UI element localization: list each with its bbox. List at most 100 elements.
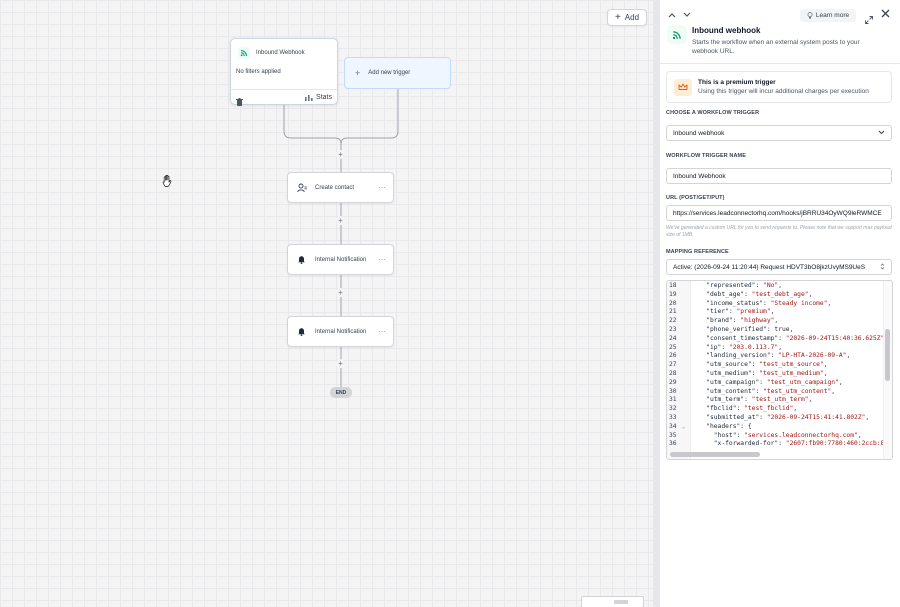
trigger-card[interactable]: Inbound Webhook No filters applied Stats — [230, 38, 338, 106]
connector-add-trigger-branch — [340, 89, 399, 145]
code-line: 30 "utm_content": "test_utm_content", — [667, 388, 888, 397]
add-step-button[interactable]: + — [336, 288, 345, 297]
line-number: 21 — [669, 308, 677, 316]
code-line: 36 "x-forwarded-for": "2607:fb90:7780:46… — [667, 440, 888, 449]
add-step-button[interactable]: + — [336, 216, 345, 225]
action-node-label: Internal Notification — [315, 328, 367, 335]
select-updown-icon — [880, 262, 885, 272]
code-line: 19 "debt_age": "test_debt_age", — [667, 291, 888, 300]
line-number: 30 — [669, 387, 677, 395]
line-number: 22 — [669, 317, 677, 325]
bell-icon — [296, 326, 307, 337]
code-line: 33 "submitted_at": "2026-09-24T15:41:41.… — [667, 414, 888, 423]
line-number: 28 — [669, 369, 677, 377]
learn-more-button[interactable]: Learn more — [800, 9, 856, 22]
code-line: 20 "income_status": "Steady income", — [667, 300, 888, 309]
code-line: 26 "landing_version": "LP-HTA-2026-09-A"… — [667, 352, 888, 361]
trigger-settings-panel: Learn more Inbound webhook Starts the wo… — [660, 0, 900, 607]
json-payload-viewer[interactable]: 18 "represented": "No", 19 "debt_age": "t… — [666, 280, 893, 460]
mapping-reference-select[interactable]: Active: (2026-09-24 11:20:44) Request HD… — [666, 259, 892, 275]
line-number: 34 — [669, 422, 677, 430]
trigger-type-value: Inbound webhook — [673, 129, 725, 137]
choose-trigger-label: CHOOSE A WORKFLOW TRIGGER — [666, 110, 760, 116]
line-number: 33 — [669, 413, 677, 421]
code-line: 23 "phone_verified": true, — [667, 326, 888, 335]
trigger-type-select[interactable]: Inbound webhook — [666, 125, 892, 141]
code-line: 32 "fbclid": "test_fbclid", — [667, 405, 888, 414]
trigger-name-label: WORKFLOW TRIGGER NAME — [666, 153, 747, 159]
trigger-name-input[interactable]: Inbound Webhook — [666, 168, 892, 184]
code-text: "ip": "203.0.113.7", — [691, 343, 783, 351]
panel-description: Starts the workflow when an external sys… — [692, 39, 860, 55]
trash-icon[interactable] — [236, 93, 243, 106]
code-text: "utm_term": "test_utm_term", — [691, 396, 813, 404]
add-step-button[interactable]: + — [336, 150, 345, 159]
code-text: "x-forwarded-for": "2607:fb90:7780:460:2… — [691, 440, 889, 448]
line-number: 25 — [669, 343, 677, 351]
code-text: "utm_medium": "test_utm_medium", — [691, 369, 828, 377]
code-text: "debt_age": "test_debt_age", — [691, 290, 813, 298]
action-node-internal-notification[interactable]: Internal Notification ⋯ — [287, 316, 394, 347]
stats-button[interactable]: Stats — [305, 94, 332, 101]
line-number: 31 — [669, 396, 677, 404]
workflow-canvas[interactable]: + Add Inbound Webhook No filters applied… — [0, 0, 653, 607]
user-contact-icon — [296, 182, 307, 193]
lightbulb-icon — [807, 12, 813, 19]
code-line: 34 ⌄ "headers": { — [667, 423, 888, 432]
url-hint-text: We've generated a custom URL for you to … — [666, 225, 892, 238]
add-step-button[interactable]: + — [336, 359, 345, 368]
horizontal-scrollbar-thumb[interactable] — [670, 452, 760, 457]
webhook-icon — [238, 46, 250, 59]
panel-resize-handle[interactable] — [653, 0, 660, 607]
expand-icon[interactable] — [865, 11, 873, 29]
add-new-trigger-button[interactable]: + Add new trigger — [344, 57, 451, 89]
add-new-trigger-label: Add new trigger — [368, 70, 411, 76]
code-text: "income_status": "Steady income", — [691, 299, 832, 307]
chevron-down-icon[interactable] — [683, 10, 691, 20]
url-label: URL (POST/GET/PUT) — [666, 195, 725, 201]
line-number: 32 — [669, 405, 677, 413]
webhook-url-field[interactable]: https://services.leadconnectorhq.com/hoo… — [666, 205, 892, 221]
webhook-icon — [667, 25, 687, 44]
code-text: "utm_source": "test_utm_source", — [691, 361, 828, 369]
more-options-icon[interactable]: ⋯ — [378, 183, 386, 192]
premium-title: This is a premium trigger — [698, 79, 776, 86]
more-options-icon[interactable]: ⋯ — [378, 255, 386, 264]
stats-label: Stats — [316, 93, 332, 101]
close-icon[interactable] — [881, 9, 890, 21]
line-number: 36 — [669, 440, 677, 448]
line-number: 29 — [669, 378, 677, 386]
action-node-create-contact[interactable]: Create contact ⋯ — [287, 172, 394, 203]
minimap[interactable] — [581, 596, 644, 607]
line-number: 18 — [669, 282, 677, 289]
code-text: "utm_campaign": "test_utm_campaign", — [691, 378, 843, 386]
chevron-up-icon[interactable] — [668, 10, 676, 20]
code-line: 28 "utm_medium": "test_utm_medium", — [667, 370, 888, 379]
hand-cursor-icon — [161, 174, 174, 193]
mapping-reference-value: Active: (2026-09-24 11:20:44) Request HD… — [673, 263, 866, 271]
code-line: 27 "utm_source": "test_utm_source", — [667, 361, 888, 370]
code-line: 21 "tier": "premium", — [667, 308, 888, 317]
vertical-scrollbar-thumb[interactable] — [885, 329, 890, 381]
crown-icon — [674, 78, 692, 96]
code-text: "landing_version": "LP-HTA-2026-09-A", — [691, 352, 851, 360]
code-line: 25 "ip": "203.0.113.7", — [667, 344, 888, 353]
chevron-down-icon — [878, 130, 885, 137]
end-marker: END — [330, 387, 352, 398]
fold-toggle-icon[interactable]: ⌄ — [682, 423, 691, 432]
more-options-icon[interactable]: ⋯ — [378, 327, 386, 336]
action-node-internal-notification[interactable]: Internal Notification ⋯ — [287, 244, 394, 275]
plus-icon: + — [355, 68, 361, 78]
code-text: "phone_verified": true, — [691, 325, 794, 333]
learn-more-label: Learn more — [815, 12, 850, 19]
code-line: 31 "utm_term": "test_utm_term", — [667, 396, 888, 405]
premium-trigger-notice: This is a premium trigger Using this tri… — [666, 71, 892, 103]
